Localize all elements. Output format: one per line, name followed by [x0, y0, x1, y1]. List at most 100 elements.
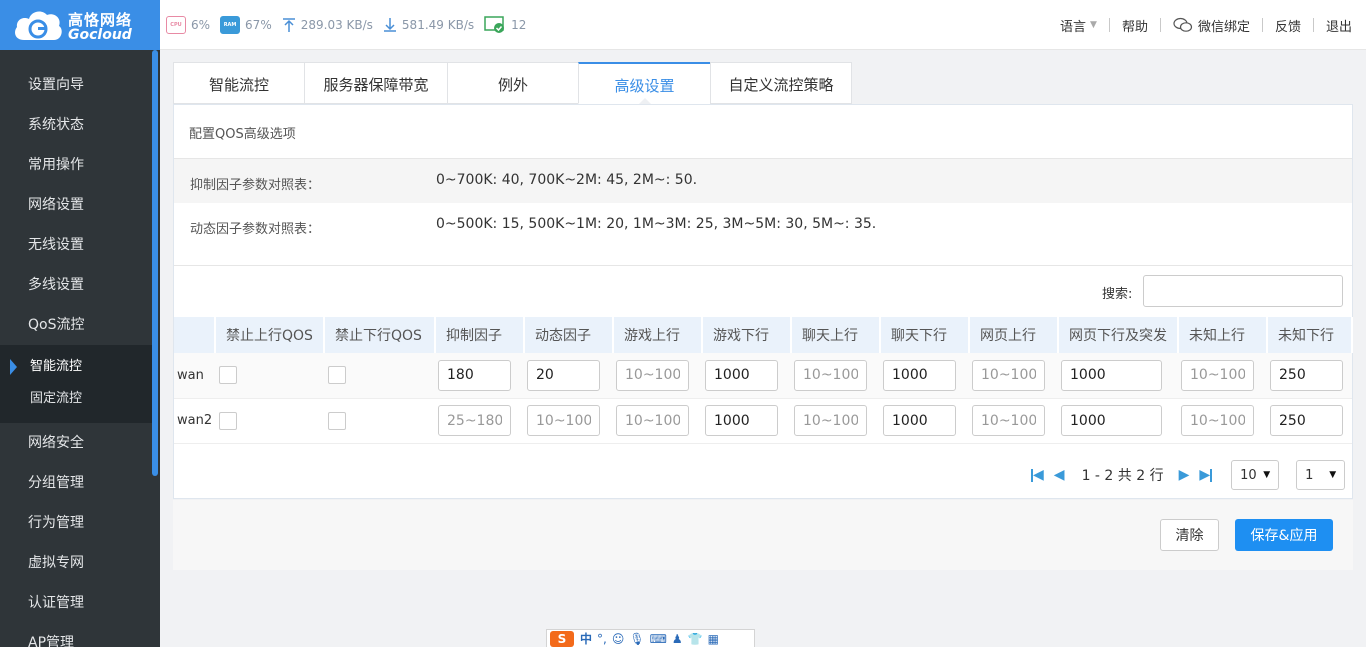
- ime-mode-toggle[interactable]: 中: [580, 631, 592, 647]
- emoji-icon[interactable]: ☺: [612, 631, 625, 647]
- sidebar-subitem-fixed-qos[interactable]: 固定流控: [0, 383, 160, 415]
- sidebar-item-security[interactable]: 网络安全: [0, 423, 160, 463]
- column-header[interactable]: 未知上行: [1178, 317, 1268, 353]
- action-bar: 清除 保存&应用: [173, 500, 1353, 570]
- shirt-icon[interactable]: 👕: [688, 631, 703, 647]
- interface-name: wan: [174, 353, 215, 399]
- column-header[interactable]: 禁止上行QOS: [215, 317, 325, 353]
- ime-logo-icon[interactable]: S: [550, 630, 574, 647]
- sidebar-item-wireless[interactable]: 无线设置: [0, 225, 160, 265]
- sidebar-item-behavior[interactable]: 行为管理: [0, 503, 160, 543]
- chat-up-input[interactable]: [794, 359, 867, 391]
- dynamic-factor-input[interactable]: [527, 359, 600, 391]
- dropdown-icon: ▼: [1263, 470, 1271, 480]
- download-arrow-icon: [383, 17, 397, 33]
- parameter-reference: 抑制因子参数对照表： 0~700K: 40, 700K~2M: 45, 2M~:…: [174, 158, 1352, 266]
- column-header[interactable]: 抑制因子: [435, 317, 525, 353]
- logout-link[interactable]: 退出: [1318, 16, 1360, 35]
- table-header-row: 禁止上行QOS 禁止下行QOS 抑制因子 动态因子 游戏上行 游戏下行 聊天上行…: [174, 317, 1353, 353]
- unknown-down-input[interactable]: [1270, 359, 1343, 391]
- keyboard-icon[interactable]: ⌨: [650, 631, 667, 647]
- column-header[interactable]: 动态因子: [524, 317, 614, 353]
- devices-count: 12: [511, 18, 527, 32]
- web-up-input[interactable]: [972, 359, 1045, 391]
- sidebar-item-setup-wizard[interactable]: 设置向导: [0, 65, 160, 105]
- tab-smart-qos[interactable]: 智能流控: [173, 62, 304, 104]
- language-menu[interactable]: 语言 ▼: [1052, 16, 1105, 35]
- reference-value: 0~700K: 40, 700K~2M: 45, 2M~: 50.: [436, 172, 698, 188]
- web-up-input[interactable]: [972, 405, 1045, 436]
- chat-up-input[interactable]: [794, 405, 867, 436]
- disable-downstream-qos-checkbox[interactable]: [328, 366, 346, 385]
- unknown-up-input[interactable]: [1181, 359, 1254, 391]
- disable-upstream-qos-checkbox[interactable]: [219, 366, 237, 385]
- column-header[interactable]: 聊天下行: [880, 317, 970, 353]
- unknown-down-input[interactable]: [1270, 405, 1343, 436]
- top-bar: 高恪网络 Gocloud CPU 6% RAM 67% 289.03 KB/s …: [0, 0, 1366, 50]
- save-apply-button[interactable]: 保存&应用: [1235, 519, 1333, 551]
- first-page-icon[interactable]: ◀: [1031, 467, 1044, 483]
- sidebar-item-network[interactable]: 网络设置: [0, 185, 160, 225]
- tab-exceptions[interactable]: 例外: [447, 62, 578, 104]
- chat-down-input[interactable]: [883, 405, 956, 436]
- wechat-bind-label: 微信绑定: [1197, 19, 1250, 35]
- sidebar-subitem-smart-qos[interactable]: 智能流控: [0, 351, 160, 383]
- tab-server-bandwidth[interactable]: 服务器保障带宽: [304, 62, 447, 104]
- column-header[interactable]: 网页下行及突发: [1058, 317, 1179, 353]
- clear-button[interactable]: 清除: [1160, 519, 1219, 551]
- inhibit-factor-input[interactable]: [438, 405, 511, 436]
- sidebar-item-groups[interactable]: 分组管理: [0, 463, 160, 503]
- page-number-select[interactable]: 1 ▼: [1296, 460, 1346, 490]
- microphone-icon[interactable]: 🎙: [629, 631, 644, 647]
- sidebar-item-common-ops[interactable]: 常用操作: [0, 145, 160, 185]
- game-up-input[interactable]: [616, 359, 689, 391]
- upload-arrow-icon: [282, 17, 296, 33]
- cpu-stat: CPU 6%: [166, 16, 210, 34]
- sidebar-item-auth[interactable]: 认证管理: [0, 583, 160, 623]
- disable-upstream-qos-checkbox[interactable]: [219, 411, 237, 430]
- game-down-input[interactable]: [705, 359, 778, 391]
- grid-icon[interactable]: ▦: [708, 631, 719, 647]
- game-up-input[interactable]: [616, 405, 689, 436]
- dynamic-factor-reference: 动态因子参数对照表： 0~500K: 15, 500K~1M: 20, 1M~3…: [174, 203, 1352, 247]
- sidebar-item-qos[interactable]: QoS流控: [0, 305, 160, 345]
- top-nav: 语言 ▼ 帮助 微信绑定 反馈 退出: [1052, 0, 1360, 50]
- disable-downstream-qos-checkbox[interactable]: [328, 411, 346, 430]
- search-input[interactable]: [1143, 275, 1343, 307]
- dynamic-factor-input[interactable]: [527, 405, 600, 436]
- user-icon[interactable]: ♟: [672, 631, 683, 647]
- game-down-input[interactable]: [705, 405, 778, 436]
- next-page-icon[interactable]: ▶: [1179, 467, 1190, 483]
- help-link[interactable]: 帮助: [1114, 16, 1156, 35]
- inhibit-factor-input[interactable]: [438, 359, 511, 391]
- tab-custom-policy[interactable]: 自定义流控策略: [710, 62, 852, 104]
- feedback-link[interactable]: 反馈: [1267, 16, 1309, 35]
- web-down-burst-input[interactable]: [1061, 405, 1162, 436]
- column-header[interactable]: 游戏上行: [613, 317, 703, 353]
- sidebar-item-multi-wan[interactable]: 多线设置: [0, 265, 160, 305]
- sidebar-item-ap[interactable]: AP管理: [0, 623, 160, 647]
- page-size-select[interactable]: 10 ▼: [1231, 460, 1280, 490]
- prev-page-icon[interactable]: ◀: [1054, 467, 1065, 483]
- sidebar-item-vpn[interactable]: 虚拟专网: [0, 543, 160, 583]
- advanced-settings-panel: 配置QOS高级选项 抑制因子参数对照表： 0~700K: 40, 700K~2M…: [173, 104, 1353, 499]
- tab-bar: 智能流控 服务器保障带宽 例外 高级设置 自定义流控策略: [173, 62, 852, 104]
- ime-toolbar: S 中 °, ☺ 🎙 ⌨ ♟ 👕 ▦: [546, 629, 755, 647]
- chat-down-input[interactable]: [883, 359, 956, 391]
- tab-advanced-settings[interactable]: 高级设置: [578, 62, 710, 104]
- upload-stat: 289.03 KB/s: [282, 17, 373, 33]
- devices-stat[interactable]: 12: [484, 16, 526, 34]
- logo[interactable]: 高恪网络 Gocloud: [0, 0, 160, 50]
- sidebar-scrollbar[interactable]: [152, 50, 158, 476]
- column-header[interactable]: 网页上行: [969, 317, 1059, 353]
- ime-punctuation-toggle[interactable]: °,: [597, 631, 607, 647]
- unknown-up-input[interactable]: [1181, 405, 1254, 436]
- web-down-burst-input[interactable]: [1061, 359, 1162, 391]
- column-header[interactable]: 禁止下行QOS: [324, 317, 436, 353]
- wechat-bind-link[interactable]: 微信绑定: [1165, 16, 1258, 35]
- column-header[interactable]: 聊天上行: [791, 317, 881, 353]
- column-header[interactable]: 未知下行: [1267, 317, 1353, 353]
- column-header[interactable]: 游戏下行: [702, 317, 792, 353]
- last-page-icon[interactable]: ▶: [1199, 467, 1213, 483]
- sidebar-item-system-status[interactable]: 系统状态: [0, 105, 160, 145]
